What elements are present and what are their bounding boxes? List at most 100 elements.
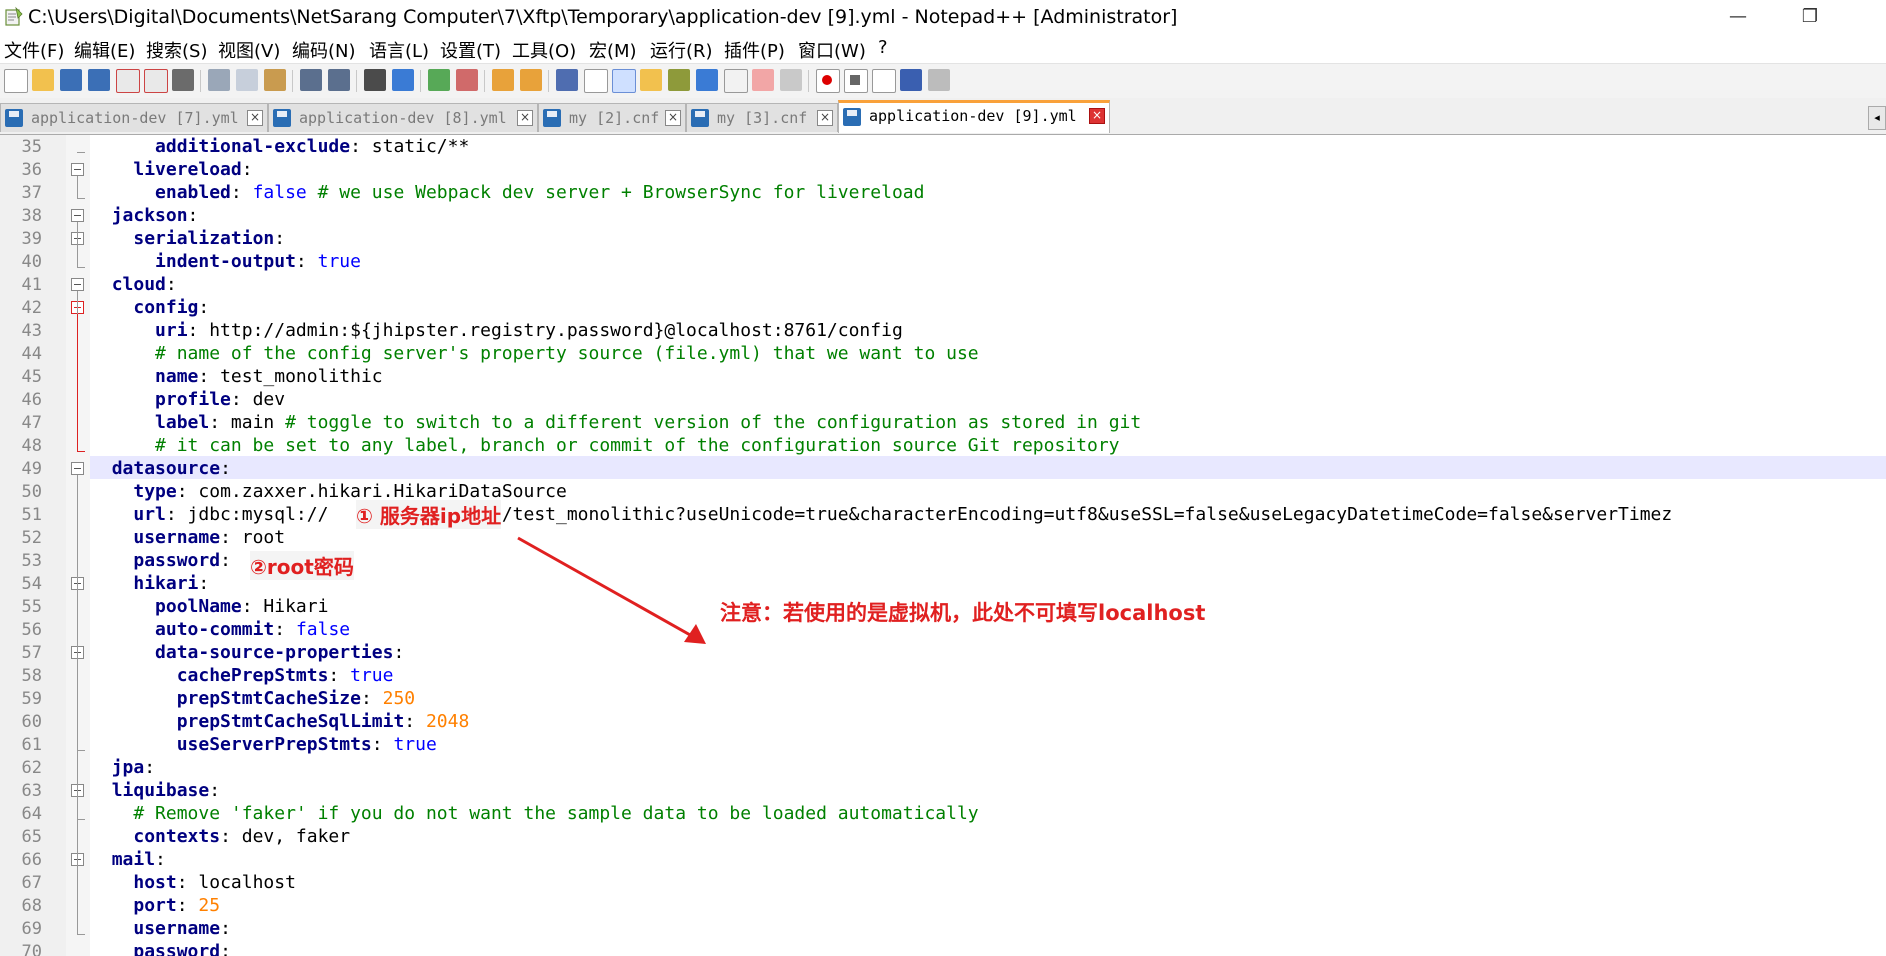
tab-close-icon[interactable]: × (665, 110, 681, 126)
fold-toggle-icon[interactable] (71, 163, 84, 176)
menu-macro[interactable]: 宏(M) (589, 37, 637, 63)
minimize-button[interactable]: — (1718, 4, 1758, 30)
menu-window[interactable]: 窗口(W) (798, 37, 866, 63)
close-all-icon[interactable] (144, 69, 168, 93)
code-line[interactable]: mail: (90, 848, 166, 871)
code-line[interactable]: useServerPrepStmts: true (90, 733, 437, 756)
copy-icon[interactable] (236, 69, 258, 91)
code-line[interactable]: jpa: (90, 756, 155, 779)
code-line[interactable]: cloud: (90, 273, 177, 296)
code-line[interactable]: enabled: false # we use Webpack dev serv… (90, 181, 924, 204)
code-line[interactable]: livereload: (90, 158, 252, 181)
code-line[interactable]: cachePrepStmts: true (90, 664, 394, 687)
menu-tools[interactable]: 工具(O) (512, 37, 576, 63)
redo-icon[interactable] (328, 69, 350, 91)
code-line[interactable]: indent-output: true (90, 250, 361, 273)
code-line[interactable]: auto-commit: false (90, 618, 350, 641)
code-line[interactable]: # Remove 'faker' if you do not want the … (90, 802, 978, 825)
code-line[interactable]: data-source-properties: (90, 641, 404, 664)
user-language-icon[interactable] (640, 69, 662, 91)
menu-plugins[interactable]: 插件(P) (724, 37, 785, 63)
code-line[interactable]: url: jdbc:mysql:// :3306/test_monolithic… (90, 503, 1672, 526)
editor-area[interactable]: 35 36 37 38 39 40 41 42 43 44 45 46 47 48 49 50 51 52 53 54… (0, 135, 1886, 956)
tab-my-3-cnf[interactable]: my [3].cnf × (686, 103, 838, 132)
tab-close-icon[interactable]: × (517, 110, 533, 126)
play-macro-icon[interactable] (872, 69, 896, 93)
code-line[interactable]: profile: dev (90, 388, 285, 411)
save-macro-icon[interactable] (928, 69, 950, 91)
menu-search[interactable]: 搜索(S) (146, 37, 207, 63)
undo-icon[interactable] (300, 69, 322, 91)
cut-icon[interactable] (208, 69, 230, 91)
code-line[interactable]: datasource: (90, 457, 231, 480)
menu-run[interactable]: 运行(R) (650, 37, 713, 63)
code-line[interactable]: password: (90, 940, 231, 956)
fold-toggle-icon[interactable] (71, 209, 84, 222)
code-line[interactable]: password: (90, 549, 231, 572)
tab-close-icon[interactable]: × (1089, 108, 1105, 124)
find-icon[interactable] (364, 69, 386, 91)
tab-application-dev-9[interactable]: application-dev [9].yml × (838, 100, 1110, 133)
replace-icon[interactable] (392, 69, 414, 91)
tab-application-dev-7[interactable]: application-dev [7].yml × (0, 103, 268, 132)
code-line[interactable]: # it can be set to any label, branch or … (90, 434, 1120, 457)
tab-scroll-left-button[interactable]: ◂ (1868, 106, 1886, 130)
tab-my-2-cnf[interactable]: my [2].cnf × (538, 103, 686, 132)
menu-file[interactable]: 文件(F) (4, 37, 64, 63)
show-all-chars-icon[interactable] (584, 69, 608, 93)
code-token: config (133, 297, 199, 318)
menu-language[interactable]: 语言(L) (369, 37, 429, 63)
sync-vertical-icon[interactable] (492, 69, 514, 91)
tab-close-icon[interactable]: × (247, 110, 263, 126)
code-line[interactable]: additional-exclude: static/** (90, 135, 469, 158)
record-macro-icon[interactable] (816, 69, 840, 93)
folder-workspace-icon[interactable] (752, 69, 774, 91)
monitoring-icon[interactable] (780, 69, 802, 91)
word-wrap-icon[interactable] (556, 69, 578, 91)
tab-close-icon[interactable]: × (817, 110, 833, 126)
open-folder-icon[interactable] (32, 69, 54, 91)
close-file-icon[interactable] (116, 69, 140, 93)
code-line[interactable]: uri: http://admin:${jhipster.registry.pa… (90, 319, 903, 342)
code-line[interactable]: config: (90, 296, 209, 319)
save-all-icon[interactable] (88, 69, 110, 91)
tab-application-dev-8[interactable]: application-dev [8].yml × (268, 103, 538, 132)
doc-list-icon[interactable] (696, 69, 718, 91)
maximize-button[interactable]: ❐ (1790, 4, 1830, 30)
code-line[interactable]: liquibase: (90, 779, 220, 802)
code-line[interactable]: username: (90, 917, 231, 940)
paste-icon[interactable] (264, 69, 286, 91)
stop-macro-icon[interactable] (844, 69, 868, 93)
code-line[interactable]: poolName: Hikari (90, 595, 328, 618)
zoom-in-icon[interactable] (428, 69, 450, 91)
code-line[interactable]: name: test_monolithic (90, 365, 383, 388)
fold-toggle-icon[interactable] (71, 462, 84, 475)
fold-margin[interactable] (66, 135, 90, 956)
code-line[interactable]: prepStmtCacheSize: 250 (90, 687, 415, 710)
menu-help[interactable]: ? (878, 37, 888, 58)
indent-guide-icon[interactable] (612, 69, 636, 93)
sync-horizontal-icon[interactable] (520, 69, 542, 91)
code-line[interactable]: username: root (90, 526, 285, 549)
code-line[interactable]: prepStmtCacheSqlLimit: 2048 (90, 710, 470, 733)
function-list-icon[interactable] (724, 69, 748, 93)
code-line[interactable]: port: 25 (90, 894, 220, 917)
save-icon[interactable] (60, 69, 82, 91)
doc-map-icon[interactable] (668, 69, 690, 91)
menu-edit[interactable]: 编辑(E) (74, 37, 135, 63)
zoom-out-icon[interactable] (456, 69, 478, 91)
code-line[interactable]: serialization: (90, 227, 285, 250)
new-file-icon[interactable] (4, 69, 28, 93)
code-line[interactable]: jackson: (90, 204, 199, 227)
code-line[interactable]: label: main # toggle to switch to a diff… (90, 411, 1141, 434)
fold-toggle-icon[interactable] (71, 278, 84, 291)
code-line[interactable]: host: localhost (90, 871, 296, 894)
code-line[interactable]: contexts: dev, faker (90, 825, 350, 848)
menu-encoding[interactable]: 编码(N) (292, 37, 356, 63)
print-icon[interactable] (172, 69, 194, 91)
menu-settings[interactable]: 设置(T) (440, 37, 501, 63)
run-macro-multiple-icon[interactable] (900, 69, 922, 91)
code-line[interactable]: hikari: (90, 572, 209, 595)
menu-view[interactable]: 视图(V) (218, 37, 280, 63)
code-line[interactable]: # name of the config server's property s… (90, 342, 979, 365)
